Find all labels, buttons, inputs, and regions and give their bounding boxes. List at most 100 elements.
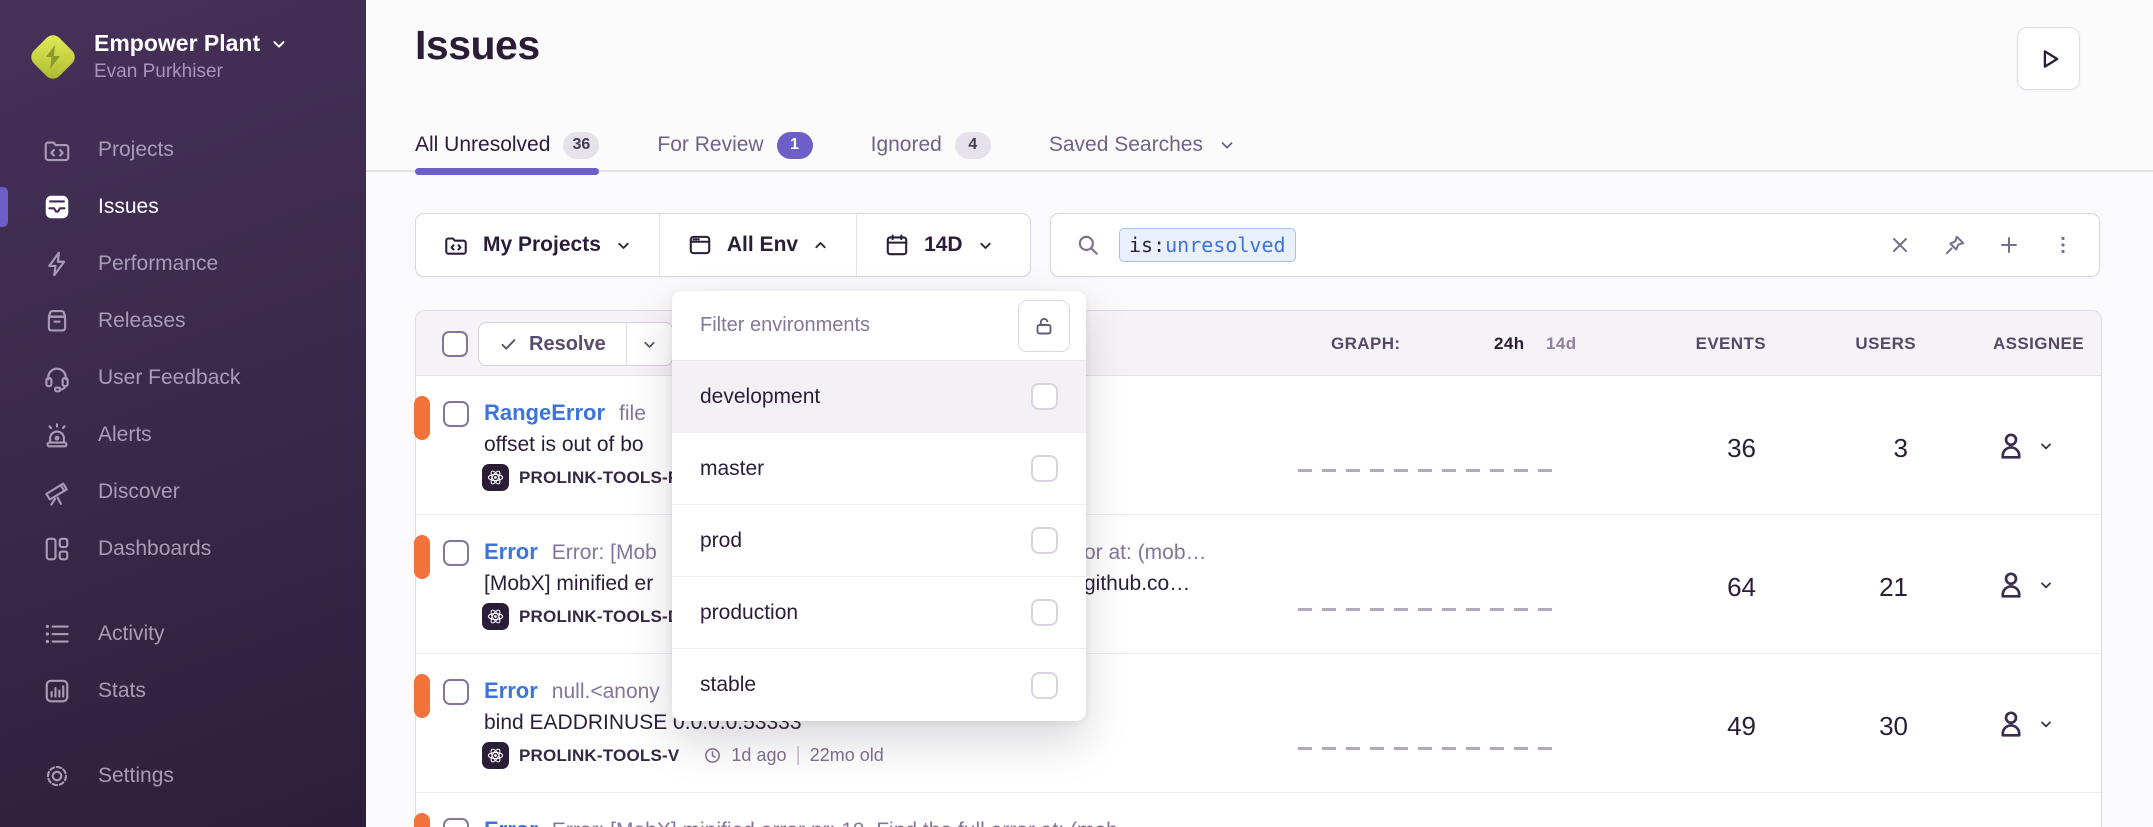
issue-title-link[interactable]: RangeError [484,400,605,426]
org-name: Empower Plant [94,30,260,57]
row-checkbox[interactable] [443,679,469,705]
kebab-menu-icon[interactable] [2051,233,2075,257]
tab-saved-searches[interactable]: Saved Searches [1049,118,1236,172]
dashboards-icon [42,534,72,564]
row-checkbox[interactable] [443,540,469,566]
resolve-split-button: Resolve [478,322,673,366]
date-range-filter[interactable]: 14D [857,214,1021,276]
user-icon [1994,429,2028,463]
sidebar-item-releases[interactable]: Releases [0,292,366,349]
column-header-events: EVENTS [1646,311,1766,376]
sidebar-item-discover[interactable]: Discover [0,463,366,520]
event-sparkline [1298,747,1554,750]
play-button[interactable] [2017,27,2080,90]
performance-icon [42,249,72,279]
org-switcher[interactable]: Empower Plant Evan Purkhiser [0,0,366,107]
pin-icon[interactable] [1942,233,1967,258]
sidebar-nav: Projects Issues Performance Releases [0,121,366,804]
issue-row: RangeError file offset is out of bo PROL… [416,376,2101,515]
sidebar-item-performance[interactable]: Performance [0,235,366,292]
page-title: Issues [415,22,540,69]
issue-age: 22mo old [810,745,884,766]
env-checkbox[interactable] [1031,599,1058,626]
sidebar-item-stats[interactable]: Stats [0,662,366,719]
sidebar-item-user-feedback[interactable]: User Feedback [0,349,366,406]
resolve-dropdown-button[interactable] [626,323,672,365]
project-slug: PROLINK-TOOLS-FN [519,468,691,488]
issue-row: Error Error: [MobX] minified error nr: 1… [416,793,2101,827]
app-root: Empower Plant Evan Purkhiser Projects Is… [0,0,2153,827]
assignee-selector[interactable] [1994,568,2054,602]
lock-filter-button[interactable] [1018,300,1070,352]
issue-message: [MobX] minified er [484,572,653,596]
env-option-development[interactable]: development [672,361,1086,433]
tab-all-unresolved[interactable]: All Unresolved 36 [415,118,599,172]
sidebar-item-alerts[interactable]: Alerts [0,406,366,463]
project-slug: PROLINK-TOOLS-DE [519,607,692,627]
column-header-users: USERS [1806,311,1916,376]
environment-filter-input[interactable]: Filter environments [700,314,870,337]
issue-title-link[interactable]: Error [484,539,538,565]
sidebar-item-activity[interactable]: Activity [0,605,366,662]
tab-ignored[interactable]: Ignored 4 [871,118,991,172]
env-option-production[interactable]: production [672,577,1086,649]
sidebar-item-projects[interactable]: Projects [0,121,366,178]
users-count: 3 [1798,432,1908,464]
project-avatar [482,603,509,630]
count-badge: 4 [955,132,991,159]
assignee-selector[interactable] [1994,429,2054,463]
issue-title-link[interactable]: Error [484,817,538,827]
issue-times: 1d ago | 22mo old [703,744,883,767]
chevron-down-icon [1218,136,1236,154]
graph-range-14d[interactable]: 14d [1546,311,1577,376]
project-filter[interactable]: My Projects [416,214,660,276]
issue-culprit-continued: or at: (mob… [1084,541,1207,565]
issue-title-link[interactable]: Error [484,678,538,704]
tab-for-review[interactable]: For Review 1 [657,118,812,172]
select-all-checkbox[interactable] [442,331,468,357]
sidebar: Empower Plant Evan Purkhiser Projects Is… [0,0,366,827]
events-count: 36 [1636,432,1756,464]
org-user-name: Evan Purkhiser [94,61,288,83]
error-level-bar [414,813,430,827]
chevron-down-icon [2038,716,2054,732]
gear-icon [42,761,72,791]
sidebar-item-issues[interactable]: Issues [0,178,366,235]
user-feedback-icon [42,363,72,393]
env-checkbox[interactable] [1031,527,1058,554]
issues-table: Resolve GRAPH: 24h 14d EVENTS USERS ASSI… [415,310,2102,827]
env-option-stable[interactable]: stable [672,649,1086,721]
issue-search-input[interactable]: is:unresolved [1050,213,2100,277]
search-icon [1075,232,1101,258]
chevron-down-icon [270,35,288,53]
row-checkbox[interactable] [443,818,469,827]
chevron-down-icon [641,336,658,353]
env-checkbox[interactable] [1031,672,1058,699]
env-checkbox[interactable] [1031,455,1058,482]
releases-icon [42,306,72,336]
column-header-assignee: ASSIGNEE [1956,311,2084,376]
discover-icon [42,477,72,507]
env-option-master[interactable]: master [672,433,1086,505]
env-option-prod[interactable]: prod [672,505,1086,577]
stats-icon [42,676,72,706]
environment-filter[interactable]: All Env [660,214,857,276]
add-icon[interactable] [1997,233,2021,257]
tab-bar: All Unresolved 36 For Review 1 Ignored 4… [415,118,1236,172]
play-icon [2035,45,2063,73]
error-level-bar [414,396,430,440]
environment-dropdown: Filter environments development master p… [672,291,1086,721]
row-checkbox[interactable] [443,401,469,427]
env-checkbox[interactable] [1031,383,1058,410]
search-token[interactable]: is:unresolved [1119,228,1296,262]
sidebar-item-settings[interactable]: Settings [0,747,366,804]
filter-bar: My Projects All Env 14D [415,213,1031,277]
graph-range-24h[interactable]: 24h [1494,311,1525,376]
main-content: Issues All Unresolved 36 For Review 1 Ig… [366,0,2153,827]
assignee-selector[interactable] [1994,707,2054,741]
resolve-button[interactable]: Resolve [479,323,626,365]
issues-table-header: Resolve GRAPH: 24h 14d EVENTS USERS ASSI… [416,311,2101,376]
sidebar-item-dashboards[interactable]: Dashboards [0,520,366,577]
clear-search-icon[interactable] [1888,233,1912,257]
error-level-bar [414,674,430,718]
